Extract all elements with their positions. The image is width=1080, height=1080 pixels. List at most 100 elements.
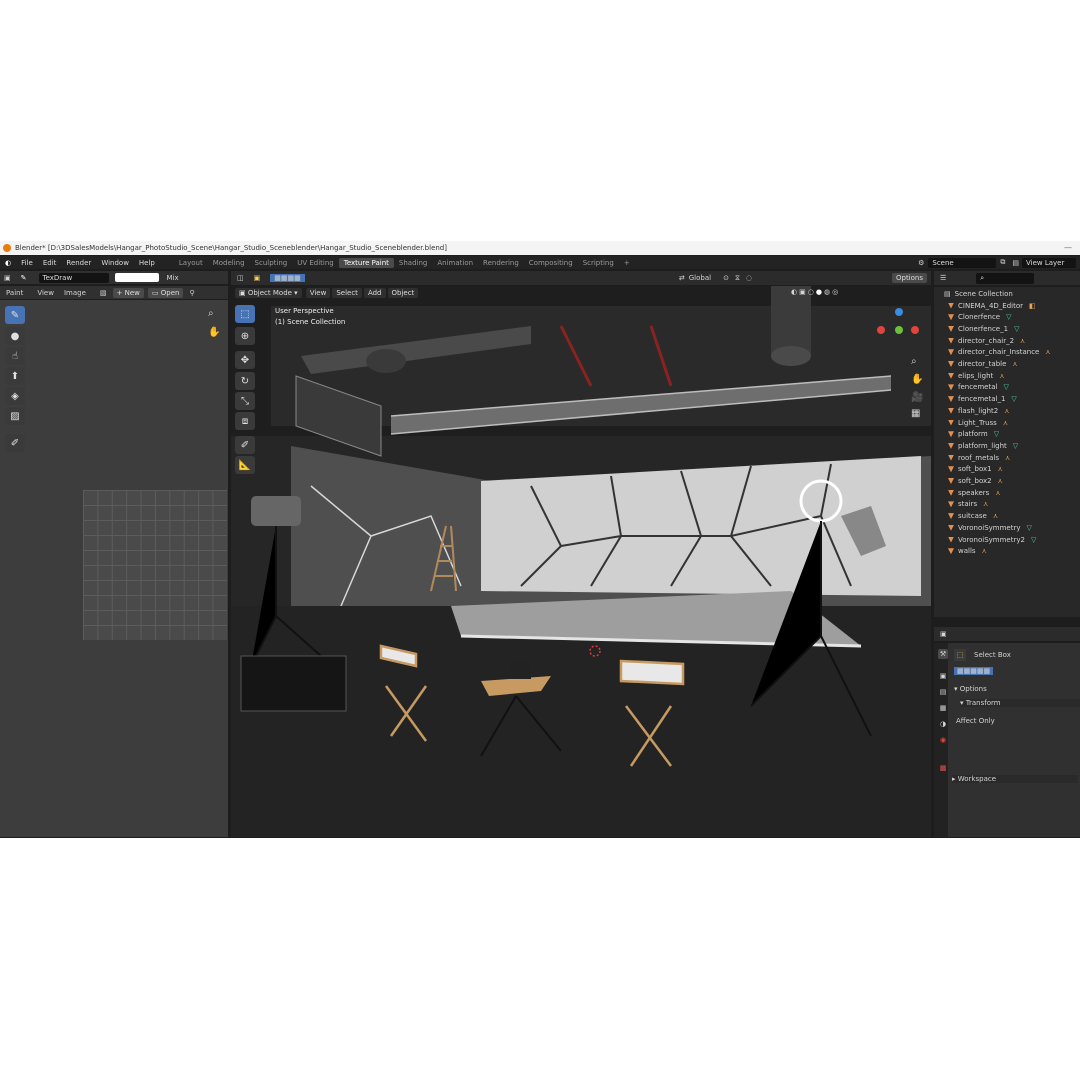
transform-tool[interactable]: ⧈ [235, 412, 255, 430]
mesh-data-icon[interactable]: ▽ [1011, 395, 1016, 403]
outliner-item[interactable]: VoronoiSymmetry ▽ [934, 522, 1080, 533]
select-mode-icon[interactable]: ▣ [254, 274, 261, 282]
gizmo-z-axis[interactable] [895, 326, 903, 334]
tab-modeling[interactable]: Modeling [208, 258, 250, 268]
camera-view-icon[interactable]: 🎥 [911, 392, 923, 403]
empty-data-icon[interactable]: ⋏ [1004, 407, 1009, 415]
scene-selector[interactable]: Scene [928, 257, 997, 268]
add-menu-3d[interactable]: Add [363, 288, 386, 298]
gizmo-y-axis[interactable] [895, 308, 903, 316]
menu-render[interactable]: Render [61, 259, 96, 267]
tab-compositing[interactable]: Compositing [524, 258, 578, 268]
outliner-item[interactable]: flash_light2 ⋏ [934, 405, 1080, 416]
scale-tool[interactable]: ⤡ [235, 392, 255, 410]
mesh-data-icon[interactable]: ▽ [1014, 325, 1019, 333]
tab-uv-editing[interactable]: UV Editing [292, 258, 339, 268]
tab-texture-paint[interactable]: Texture Paint [338, 257, 394, 268]
mesh-data-icon[interactable]: ▽ [994, 430, 999, 438]
view-layer-selector[interactable]: View Layer [1022, 257, 1076, 268]
render-tab-icon[interactable]: ▣ [938, 671, 948, 681]
empty-data-icon[interactable]: ⋏ [993, 512, 998, 520]
tab-scripting[interactable]: Scripting [578, 258, 619, 268]
mode-selector[interactable]: ▣ Object Mode ▾ [235, 288, 302, 298]
mesh-data-icon[interactable]: ▽ [1013, 442, 1018, 450]
outliner-item[interactable]: VoronoiSymmetry2 ▽ [934, 534, 1080, 545]
outliner-item[interactable]: suitcase ⋏ [934, 511, 1080, 522]
view-menu-3d[interactable]: View [305, 288, 331, 298]
tab-layout[interactable]: Layout [174, 258, 208, 268]
ortho-toggle-icon[interactable]: ▦ [911, 408, 920, 419]
smear-tool-button[interactable]: ☝ [5, 347, 25, 365]
outliner-item[interactable]: fencemetal ▽ [934, 382, 1080, 393]
selection-modes[interactable]: ▦▦▦▦ [270, 274, 305, 282]
view-layer-tab-icon[interactable]: ▦ [938, 703, 948, 713]
outliner-item[interactable]: elips_light ⋏ [934, 370, 1080, 381]
outliner-item[interactable]: CINEMA_4D_Editor ◧ [934, 300, 1080, 311]
draw-tool-button[interactable]: ✎ [5, 306, 25, 324]
tab-sculpting[interactable]: Sculpting [250, 258, 293, 268]
open-image-button[interactable]: ▭ Open [147, 287, 184, 298]
outliner-item[interactable]: roof_metals ⋏ [934, 452, 1080, 463]
empty-data-icon[interactable]: ⋏ [1005, 454, 1010, 462]
proportional-icon[interactable]: ◌ [746, 274, 752, 282]
blend-mode-label[interactable]: Mix [167, 274, 179, 282]
annotate-tool-3d[interactable]: ✐ [235, 436, 255, 454]
options-dropdown[interactable]: Options [891, 273, 927, 283]
image-menu[interactable]: Image [64, 289, 86, 297]
world-tab-icon[interactable]: ◉ [938, 735, 948, 745]
menu-help[interactable]: Help [134, 259, 160, 267]
outliner-item[interactable]: fencemetal_1 ▽ [934, 394, 1080, 405]
empty-data-icon[interactable]: ⋏ [998, 465, 1003, 473]
empty-data-icon[interactable]: ⋏ [1012, 360, 1017, 368]
measure-tool[interactable]: 📐 [235, 456, 255, 474]
outliner-item[interactable]: platform_light ▽ [934, 440, 1080, 451]
select-box-tool[interactable]: ⬚ [235, 305, 255, 323]
pivot-icon[interactable]: ⊙ [723, 274, 729, 282]
outliner-item[interactable]: Clonerfence ▽ [934, 312, 1080, 323]
new-scene-icon[interactable]: ⧉ [1000, 258, 1005, 267]
minimize-button[interactable]: — [1064, 243, 1072, 252]
empty-data-icon[interactable]: ⋏ [998, 477, 1003, 485]
outliner-item[interactable]: director_table ⋏ [934, 359, 1080, 370]
outliner-item[interactable]: Light_Truss ⋏ [934, 417, 1080, 428]
mesh-data-icon[interactable]: ▽ [1027, 524, 1032, 532]
tab-animation[interactable]: Animation [432, 258, 478, 268]
outliner-item[interactable]: walls ⋏ [934, 546, 1080, 557]
image-editor-canvas[interactable]: ✎ ● ☝ ⬆ ◈ ▨ ✐ ⌕ ✋ [0, 300, 228, 837]
clone-tool-button[interactable]: ⬆ [5, 367, 25, 385]
menu-file[interactable]: File [16, 259, 38, 267]
outliner-search[interactable]: ⌕ [976, 272, 1035, 284]
cursor-tool[interactable]: ⊕ [235, 327, 255, 345]
empty-data-icon[interactable]: ⋏ [1003, 419, 1008, 427]
mask-tool-button[interactable]: ▨ [5, 407, 25, 425]
menu-edit[interactable]: Edit [38, 259, 62, 267]
color-swatch[interactable] [114, 273, 159, 282]
gizmo-neg-axis[interactable] [911, 326, 919, 334]
snap-icon[interactable]: ⧖ [735, 274, 740, 283]
tool-tab-icon[interactable]: ⚒ [938, 649, 948, 659]
add-workspace-button[interactable]: + [619, 258, 635, 268]
paint-menu[interactable]: Paint [6, 289, 23, 297]
xray-icon[interactable]: ▣ [799, 288, 806, 296]
brush-name-field[interactable]: TexDraw [38, 272, 109, 283]
transform-orientation-select[interactable]: Global [689, 274, 711, 282]
outliner-item[interactable]: platform ▽ [934, 429, 1080, 440]
new-image-button[interactable]: + New [112, 287, 144, 298]
fill-tool-button[interactable]: ◈ [5, 387, 25, 405]
mesh-data-icon[interactable]: ▽ [1006, 313, 1011, 321]
empty-data-icon[interactable]: ⋏ [982, 547, 987, 555]
wireframe-shading-icon[interactable]: ○ [808, 288, 814, 296]
properties-type-icon[interactable]: ▣ [940, 630, 947, 638]
editor-type-icon[interactable]: ▣ [4, 274, 11, 282]
overlay-icon[interactable]: ◐ [791, 288, 797, 296]
viewport-canvas[interactable]: ▣ Object Mode ▾ View Select Add Object U… [231, 286, 931, 837]
mesh-data-icon[interactable]: ▽ [1031, 536, 1036, 544]
select-menu-3d[interactable]: Select [332, 288, 362, 298]
solid-shading-icon[interactable]: ● [816, 288, 822, 296]
image-browse-icon[interactable]: ▧ [100, 289, 107, 297]
material-shading-icon[interactable]: ◍ [824, 288, 830, 296]
blender-menu-icon[interactable]: ◐ [0, 259, 16, 267]
gizmo-x-axis[interactable] [877, 326, 885, 334]
zoom-icon[interactable]: ⌕ [208, 308, 214, 319]
outliner-item[interactable]: Clonerfence_1 ▽ [934, 323, 1080, 334]
